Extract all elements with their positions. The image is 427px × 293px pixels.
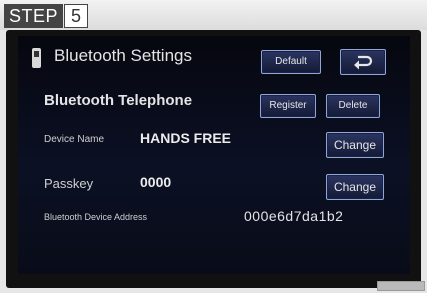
register-button[interactable]: Register: [260, 94, 316, 118]
step-number: 5: [64, 4, 88, 28]
bluetooth-settings-screen: Bluetooth Settings Default Bluetooth Tel…: [18, 36, 410, 274]
change-passkey-button[interactable]: Change: [326, 174, 384, 200]
device-subtitle: Bluetooth Telephone: [44, 92, 193, 109]
default-button[interactable]: Default: [261, 50, 321, 74]
screen-title: Bluetooth Settings: [54, 46, 192, 65]
passkey-label: Passkey: [44, 176, 94, 191]
figure-code-tag: [377, 281, 425, 291]
step-label: STEP: [4, 4, 64, 28]
delete-button[interactable]: Delete: [326, 94, 380, 118]
change-device-name-button[interactable]: Change: [326, 132, 384, 158]
device-address-value: 000e6d7da1b2: [244, 208, 344, 224]
return-arrow-icon: [354, 55, 373, 70]
step-header: STEP 5: [0, 0, 427, 30]
device-address-label: Bluetooth Device Address: [44, 212, 148, 222]
device-name-value: HANDS FREE: [140, 130, 232, 146]
back-button[interactable]: [340, 49, 386, 75]
phone-icon: [32, 48, 41, 68]
device-name-label: Device Name: [44, 134, 105, 145]
display-frame: Bluetooth Settings Default Bluetooth Tel…: [6, 30, 421, 288]
passkey-value: 0000: [140, 174, 172, 190]
